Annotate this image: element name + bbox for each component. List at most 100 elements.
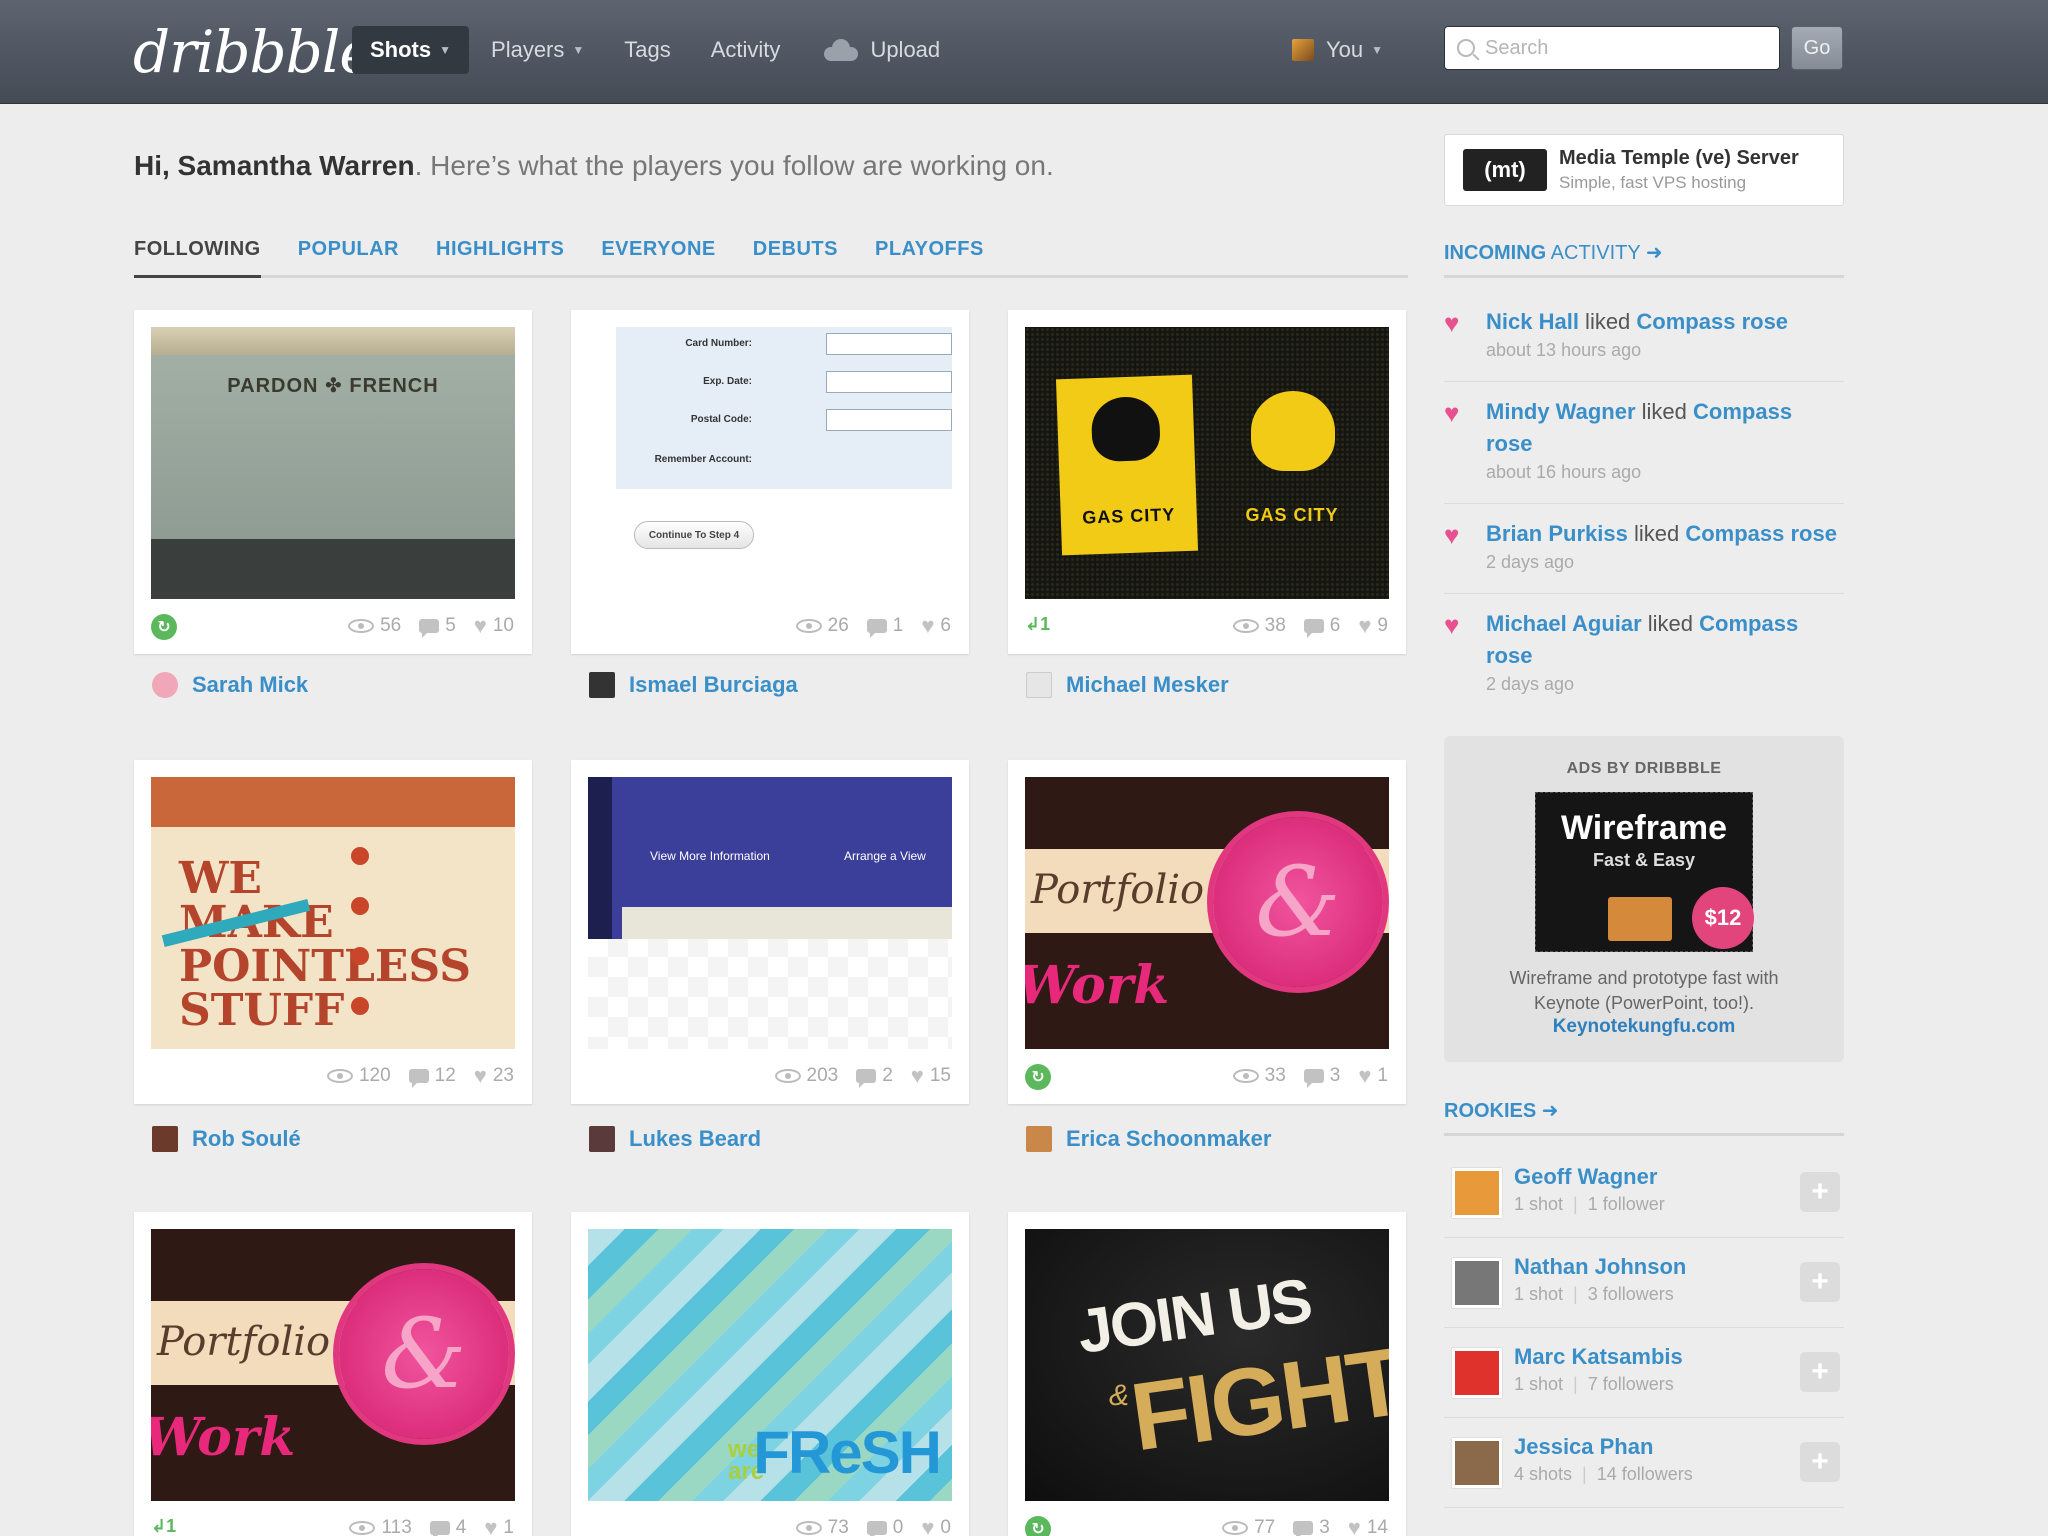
art-text: GAS CITY	[1245, 505, 1339, 525]
rookie-shots: 1 shot	[1514, 1194, 1564, 1214]
avatar[interactable]	[1452, 1348, 1502, 1398]
likes-stat[interactable]: ♥ 15	[911, 1065, 951, 1087]
comments-stat[interactable]: 4	[429, 1517, 466, 1536]
comments-stat[interactable]: 12	[408, 1065, 456, 1088]
tab-highlights[interactable]: HIGHLIGHTS	[436, 238, 564, 275]
nav-tags[interactable]: Tags	[606, 26, 688, 74]
likes-count: 23	[492, 1065, 514, 1086]
nav-upload-label: Upload	[870, 37, 941, 62]
shot-stats: 26 1 ♥ 6	[778, 610, 951, 642]
likes-stat[interactable]: ♥ 10	[474, 615, 514, 637]
comment-icon	[866, 619, 887, 638]
art-text: Work	[151, 1407, 296, 1468]
dribbble-logo[interactable]: dribbble	[133, 18, 374, 86]
comments-stat[interactable]: 6	[1303, 615, 1340, 638]
follow-button[interactable]: +	[1800, 1352, 1840, 1392]
wax-seal: &	[1213, 817, 1383, 987]
rookie-name-link[interactable]: Jessica Phan	[1514, 1434, 1653, 1460]
shot-thumbnail[interactable]: JOIN US & FIGHT	[1025, 1229, 1389, 1501]
likes-stat[interactable]: ♥ 0	[921, 1517, 951, 1536]
comments-stat[interactable]: 0	[866, 1517, 903, 1536]
tab-everyone[interactable]: EVERYONE	[601, 238, 715, 275]
player-link[interactable]: Michael Mesker	[1026, 672, 1229, 698]
tab-following[interactable]: FOLLOWING	[134, 238, 261, 278]
meta-separator: |	[1582, 1464, 1587, 1484]
form-row: Postal Code:	[616, 409, 952, 431]
comments-stat[interactable]: 2	[856, 1065, 893, 1088]
likes-stat[interactable]: ♥ 23	[474, 1065, 514, 1087]
activity-verb: liked	[1635, 399, 1694, 424]
likes-stat[interactable]: ♥ 1	[1358, 1065, 1388, 1087]
nav-shots[interactable]: Shots ▼	[352, 26, 470, 74]
ad-label: ADS BY DRIBBBLE	[1566, 760, 1722, 777]
activity-item: ♥ Mindy Wagner liked Compass rose about …	[1444, 396, 1844, 504]
nav-shots-label: Shots	[370, 37, 432, 62]
shot-thumbnail[interactable]: View More Information Arrange a View	[588, 777, 952, 1049]
shot-stats: 77 3 ♥ 14	[1204, 1512, 1388, 1536]
nav-upload[interactable]: Upload	[802, 26, 958, 74]
follow-button[interactable]: +	[1800, 1262, 1840, 1302]
comment-icon	[866, 1521, 887, 1536]
avatar[interactable]	[1452, 1438, 1502, 1488]
rookie-name-link[interactable]: Geoff Wagner	[1514, 1164, 1657, 1190]
ad-image[interactable]: Wireframe Fast & Easy $12	[1535, 792, 1754, 952]
avatar	[589, 1126, 615, 1152]
activity-user-link[interactable]: Michael Aguiar	[1486, 611, 1642, 636]
avatar	[1026, 672, 1052, 698]
rebound-icon[interactable]: ↻	[151, 614, 177, 640]
rebound-icon[interactable]: ↻	[1025, 1516, 1051, 1536]
user-menu[interactable]: You ▼	[1292, 26, 1383, 74]
activity-user-link[interactable]: Mindy Wagner	[1486, 399, 1636, 424]
shot-thumbnail[interactable]: PARDON ✤ FRENCH	[151, 327, 515, 599]
rebound-count[interactable]: ↲1	[151, 1516, 176, 1536]
comments-stat[interactable]: 1	[866, 615, 903, 638]
activity-shot-link[interactable]: Compass rose	[1685, 521, 1837, 546]
search-input[interactable]	[1485, 36, 1755, 60]
rebound-count[interactable]: ↲1	[1025, 614, 1050, 635]
player-link[interactable]: Lukes Beard	[589, 1126, 761, 1152]
rookie-name-link[interactable]: Nathan Johnson	[1514, 1254, 1686, 1280]
comments-count: 12	[434, 1065, 456, 1086]
shot-thumbnail[interactable]: WE MAKE POINTLESS STUFF	[151, 777, 515, 1049]
shot-thumbnail[interactable]: we are FReSH	[588, 1229, 952, 1501]
rookie-item: Jessica Phan 4 shots | 14 followers +	[1444, 1418, 1844, 1508]
tab-popular[interactable]: POPULAR	[298, 238, 399, 275]
incoming-activity-heading[interactable]: INCOMING ACTIVITY ➜	[1444, 240, 1844, 278]
nav-tags-label: Tags	[624, 37, 671, 62]
avatar[interactable]	[1452, 1258, 1502, 1308]
media-temple-ad[interactable]: (mt) Media Temple (ve) Server Simple, fa…	[1444, 134, 1844, 206]
avatar[interactable]	[1452, 1168, 1502, 1218]
follow-button[interactable]: +	[1800, 1172, 1840, 1212]
rookies-heading[interactable]: ROOKIES ➜	[1444, 1098, 1844, 1136]
player-link[interactable]: Erica Schoonmaker	[1026, 1126, 1271, 1152]
activity-text: Brian Purkiss liked Compass rose	[1486, 518, 1844, 550]
player-link[interactable]: Ismael Burciaga	[589, 672, 798, 698]
likes-stat[interactable]: ♥ 6	[921, 615, 951, 637]
nav-players[interactable]: Players ▼	[473, 26, 602, 74]
likes-stat[interactable]: ♥ 1	[484, 1517, 514, 1536]
likes-stat[interactable]: ♥ 9	[1358, 615, 1388, 637]
ad-link[interactable]: Keynotekungfu.com	[1553, 1016, 1736, 1037]
player-link[interactable]: Sarah Mick	[152, 672, 308, 698]
comments-stat[interactable]: 3	[1303, 1065, 1340, 1088]
search-go-button[interactable]: Go	[1791, 26, 1843, 70]
shot-card: Card Number: Exp. Date: Postal Code: Rem…	[571, 310, 969, 654]
nav-activity[interactable]: Activity	[693, 26, 799, 74]
follow-button[interactable]: +	[1800, 1442, 1840, 1482]
shot-thumbnail[interactable]: GAS CITY GAS CITY	[1025, 327, 1389, 599]
shot-thumbnail[interactable]: Portfolio Work &	[1025, 777, 1389, 1049]
shot-thumbnail[interactable]: Card Number: Exp. Date: Postal Code: Rem…	[588, 327, 952, 599]
comments-stat[interactable]: 5	[419, 615, 456, 638]
activity-user-link[interactable]: Brian Purkiss	[1486, 521, 1628, 546]
rebound-icon[interactable]: ↻	[1025, 1064, 1051, 1090]
comments-stat[interactable]: 3	[1293, 1517, 1330, 1536]
player-link[interactable]: Rob Soulé	[152, 1126, 301, 1152]
shot-thumbnail[interactable]: Portfolio Work &	[151, 1229, 515, 1501]
shot-stats: 120 12 ♥ 23	[309, 1060, 514, 1092]
activity-shot-link[interactable]: Compass rose	[1636, 309, 1788, 334]
rookie-name-link[interactable]: Marc Katsambis	[1514, 1344, 1683, 1370]
tab-debuts[interactable]: DEBUTS	[753, 238, 838, 275]
activity-user-link[interactable]: Nick Hall	[1486, 309, 1579, 334]
tab-playoffs[interactable]: PLAYOFFS	[875, 238, 984, 275]
likes-stat[interactable]: ♥ 14	[1348, 1517, 1388, 1536]
